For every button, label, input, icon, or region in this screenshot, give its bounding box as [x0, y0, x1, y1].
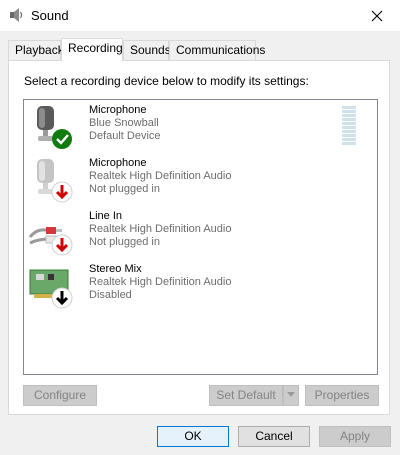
- close-icon: [371, 10, 383, 21]
- device-driver: Blue Snowball: [89, 117, 159, 129]
- chevron-down-icon: [287, 391, 295, 397]
- device-name: Microphone: [89, 157, 147, 169]
- microphone-icon: [37, 106, 72, 149]
- cancel-button[interactable]: Cancel: [238, 426, 310, 447]
- device-item-microphone-blue-snowball[interactable]: Microphone Blue Snowball Default Device: [26, 102, 366, 152]
- input-level-meter: [342, 106, 356, 150]
- title-bar: Sound: [0, 0, 400, 31]
- disabled-arrow-icon: [51, 287, 73, 309]
- unplugged-arrow-icon: [51, 181, 73, 203]
- set-default-dropdown-button[interactable]: [283, 385, 299, 406]
- set-default-button[interactable]: Set Default: [209, 385, 283, 406]
- properties-button[interactable]: Properties: [305, 385, 379, 406]
- device-driver: Realtek High Definition Audio: [89, 223, 232, 235]
- dialog-body: Playback Recording Sounds Communications…: [0, 31, 400, 455]
- speaker-icon: [10, 8, 23, 22]
- tab-playback[interactable]: Playback: [8, 40, 64, 60]
- apply-button[interactable]: Apply: [319, 426, 391, 447]
- window-title: Sound: [31, 8, 69, 23]
- device-item-microphone-realtek[interactable]: Microphone Realtek High Definition Audio…: [26, 155, 366, 205]
- instruction-text: Select a recording device below to modif…: [24, 74, 309, 88]
- tab-communications[interactable]: Communications: [169, 40, 265, 60]
- line-in-cable-icon: [28, 227, 73, 256]
- configure-button[interactable]: Configure: [23, 385, 97, 406]
- device-driver: Realtek High Definition Audio: [89, 276, 232, 288]
- device-item-line-in[interactable]: Line In Realtek High Definition Audio No…: [26, 208, 366, 258]
- unplugged-arrow-icon: [51, 234, 73, 256]
- device-name: Line In: [89, 210, 123, 222]
- close-button[interactable]: [354, 0, 400, 31]
- device-driver: Realtek High Definition Audio: [89, 170, 232, 182]
- recording-device-list[interactable]: Microphone Blue Snowball Default Device: [23, 99, 378, 375]
- device-status: Disabled: [89, 289, 132, 301]
- recording-tab-panel: Select a recording device below to modif…: [8, 60, 390, 415]
- device-status: Not plugged in: [89, 236, 160, 248]
- microphone-icon: [37, 159, 73, 203]
- device-status: Default Device: [89, 130, 161, 142]
- device-name: Stereo Mix: [89, 263, 142, 275]
- tab-recording[interactable]: Recording: [61, 38, 123, 61]
- ok-button[interactable]: OK: [157, 426, 229, 447]
- sound-card-icon: [29, 269, 73, 309]
- tab-sounds[interactable]: Sounds: [123, 40, 171, 60]
- device-name: Microphone: [89, 104, 147, 116]
- device-status: Not plugged in: [89, 183, 160, 195]
- device-item-stereo-mix[interactable]: Stereo Mix Realtek High Definition Audio…: [26, 261, 366, 311]
- default-check-icon: [52, 129, 72, 149]
